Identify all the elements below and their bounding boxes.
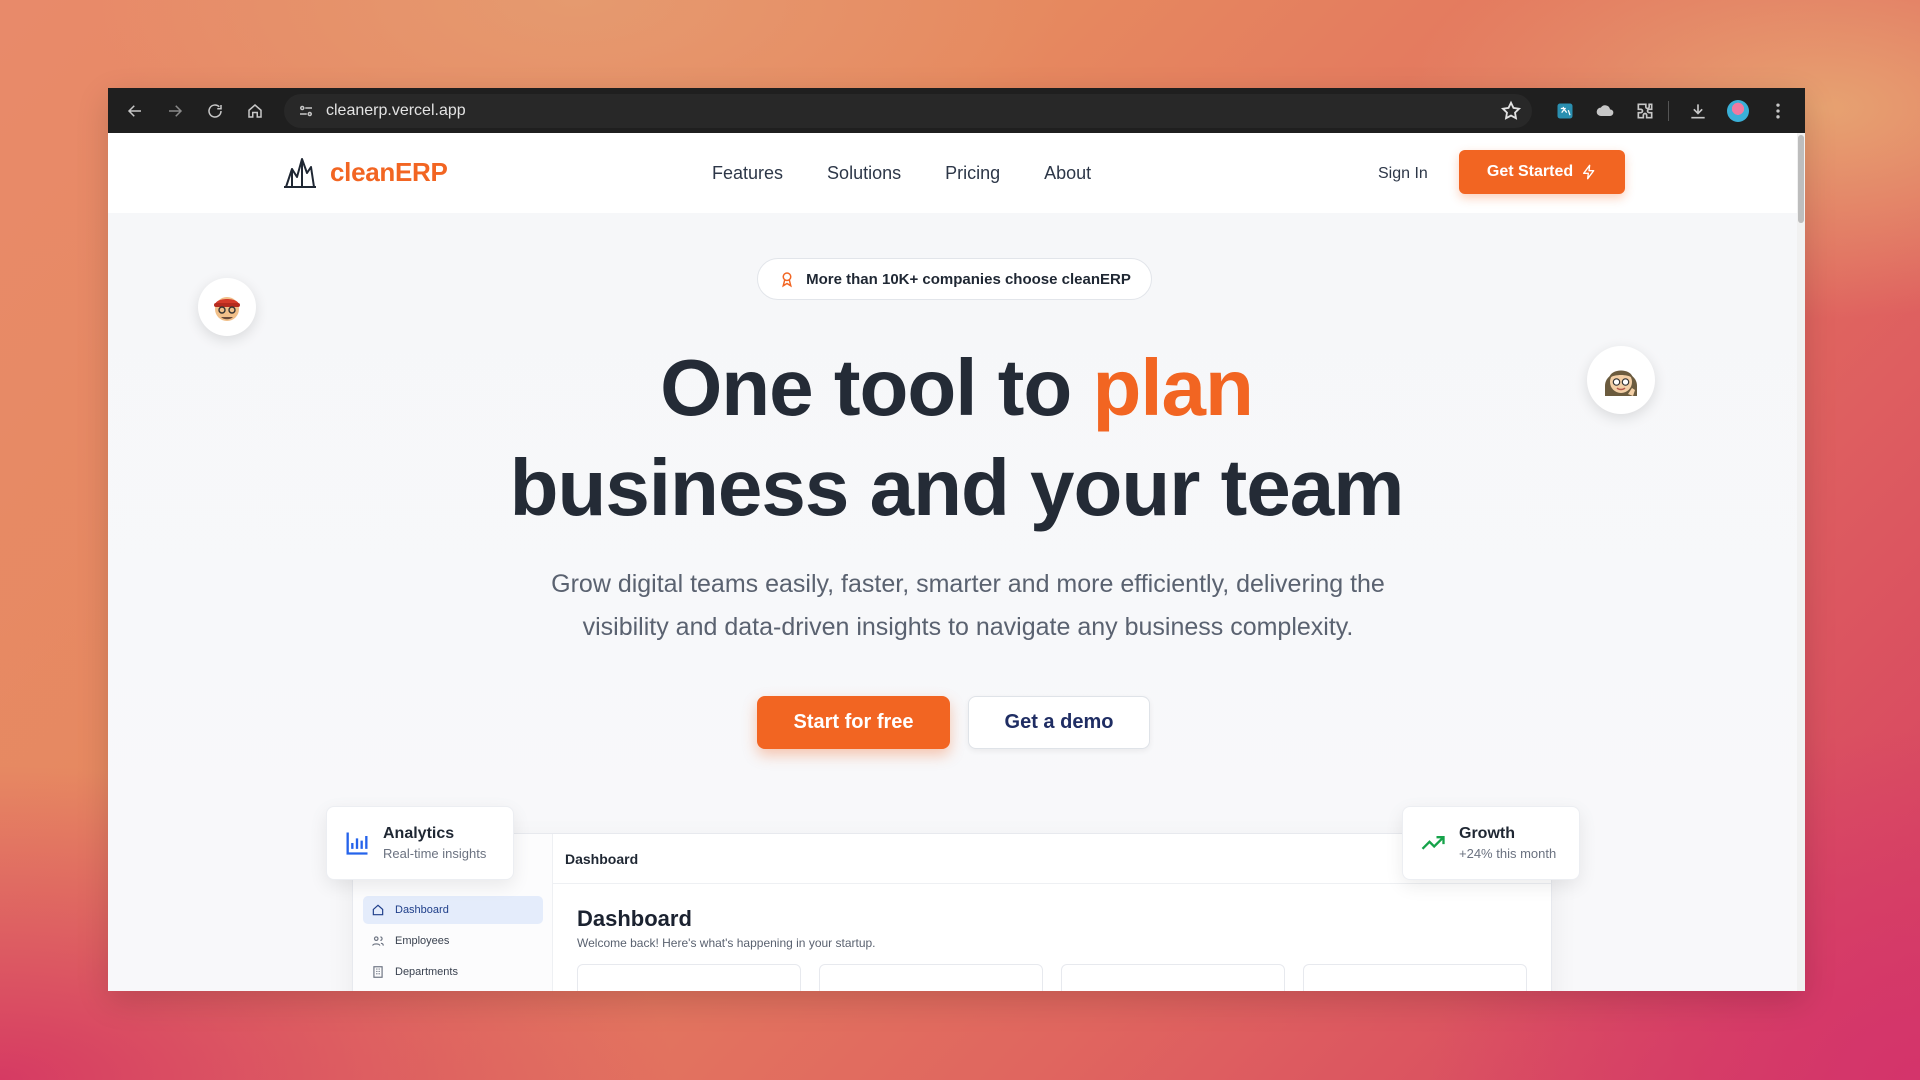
growth-card-title: Growth [1459,825,1515,842]
analytics-card-subtitle: Real-time insights [383,846,487,861]
download-icon[interactable] [1681,94,1715,128]
hero-title-accent: plan [1092,343,1253,432]
logo-mark-icon [284,158,316,188]
page-viewport: cleanERP Features Solutions Pricing Abou… [108,133,1805,991]
get-started-label: Get Started [1486,163,1574,180]
site-header: cleanERP Features Solutions Pricing Abou… [108,133,1805,213]
menu-kebab-icon[interactable] [1761,94,1795,128]
nav-features[interactable]: Features [712,163,783,184]
building-icon [373,966,383,978]
preview-stat-card [819,964,1043,991]
preview-stat-card [577,964,801,991]
main-nav: Features Solutions Pricing About [712,163,1091,184]
forward-icon[interactable] [158,94,192,128]
extensions-puzzle-icon[interactable] [1628,94,1662,128]
page-scrollbar[interactable] [1797,133,1805,991]
preview-sidebar-label: Dashboard [395,904,449,916]
users-icon [372,936,384,946]
award-ribbon-icon [782,272,793,288]
hero-title-part: One tool to [660,343,1093,432]
preview-sidebar-departments: Departments [363,958,543,986]
browser-toolbar: cleanerp.vercel.app [108,88,1805,133]
logo-text: cleanERP [330,156,448,187]
preview-sidebar-label: Departments [395,966,458,978]
get-started-button[interactable]: Get Started [1459,150,1625,194]
preview-stat-card [1061,964,1285,991]
address-bar[interactable]: cleanerp.vercel.app [284,93,1532,128]
avatar-emoji-man [198,278,256,336]
bar-chart-icon [346,832,368,855]
home-icon[interactable] [238,94,272,128]
social-proof-badge: More than 10K+ companies choose cleanERP [757,258,1152,300]
cloud-extension-icon[interactable] [1588,94,1622,128]
home-icon [372,904,384,916]
preview-page-subtitle: Welcome back! Here's what's happening in… [577,936,876,950]
dashboard-preview: Dashboard Employees Departments Dashboar… [352,833,1552,991]
growth-card-subtitle: +24% this month [1459,846,1557,861]
sign-in-link[interactable]: Sign In [1378,165,1428,183]
get-a-demo-button[interactable]: Get a demo [968,696,1150,749]
hero-title-line-2: business and your team [509,443,1405,532]
hero-subtitle: Grow digital teams easily, faster, smart… [551,570,1385,641]
preview-page-title: Dashboard [577,906,692,931]
toolbar-divider [1668,100,1669,121]
badge-text: More than 10K+ companies choose cleanERP [806,270,1131,288]
trending-up-icon [1421,836,1445,850]
preview-stat-card [1303,964,1527,991]
url-text[interactable]: cleanerp.vercel.app [326,102,1500,120]
reload-icon[interactable] [198,94,232,128]
scrollbar-thumb[interactable] [1798,135,1804,223]
translate-extension-icon[interactable] [1548,94,1582,128]
profile-avatar[interactable] [1721,94,1755,128]
browser-window: cleanerp.vercel.app cleanERP Features So… [108,88,1805,991]
bookmark-star-icon[interactable] [1500,100,1522,122]
site-logo[interactable]: cleanERP [282,155,448,189]
preview-sidebar-dashboard: Dashboard [363,896,543,924]
site-settings-icon[interactable] [294,99,318,123]
preview-sidebar-employees: Employees [363,927,543,955]
growth-card: Growth +24% this month [1402,806,1580,880]
start-for-free-button[interactable]: Start for free [757,696,950,749]
preview-sidebar-label: Employees [395,935,450,947]
nav-about[interactable]: About [1044,163,1091,184]
hero-title-line-1: One tool to plan [108,348,1805,428]
analytics-card: Analytics Real-time insights [326,806,514,880]
back-icon[interactable] [118,94,152,128]
analytics-card-title: Analytics [383,825,455,842]
lightning-icon [1583,164,1595,180]
nav-solutions[interactable]: Solutions [827,163,901,184]
nav-pricing[interactable]: Pricing [945,163,1000,184]
